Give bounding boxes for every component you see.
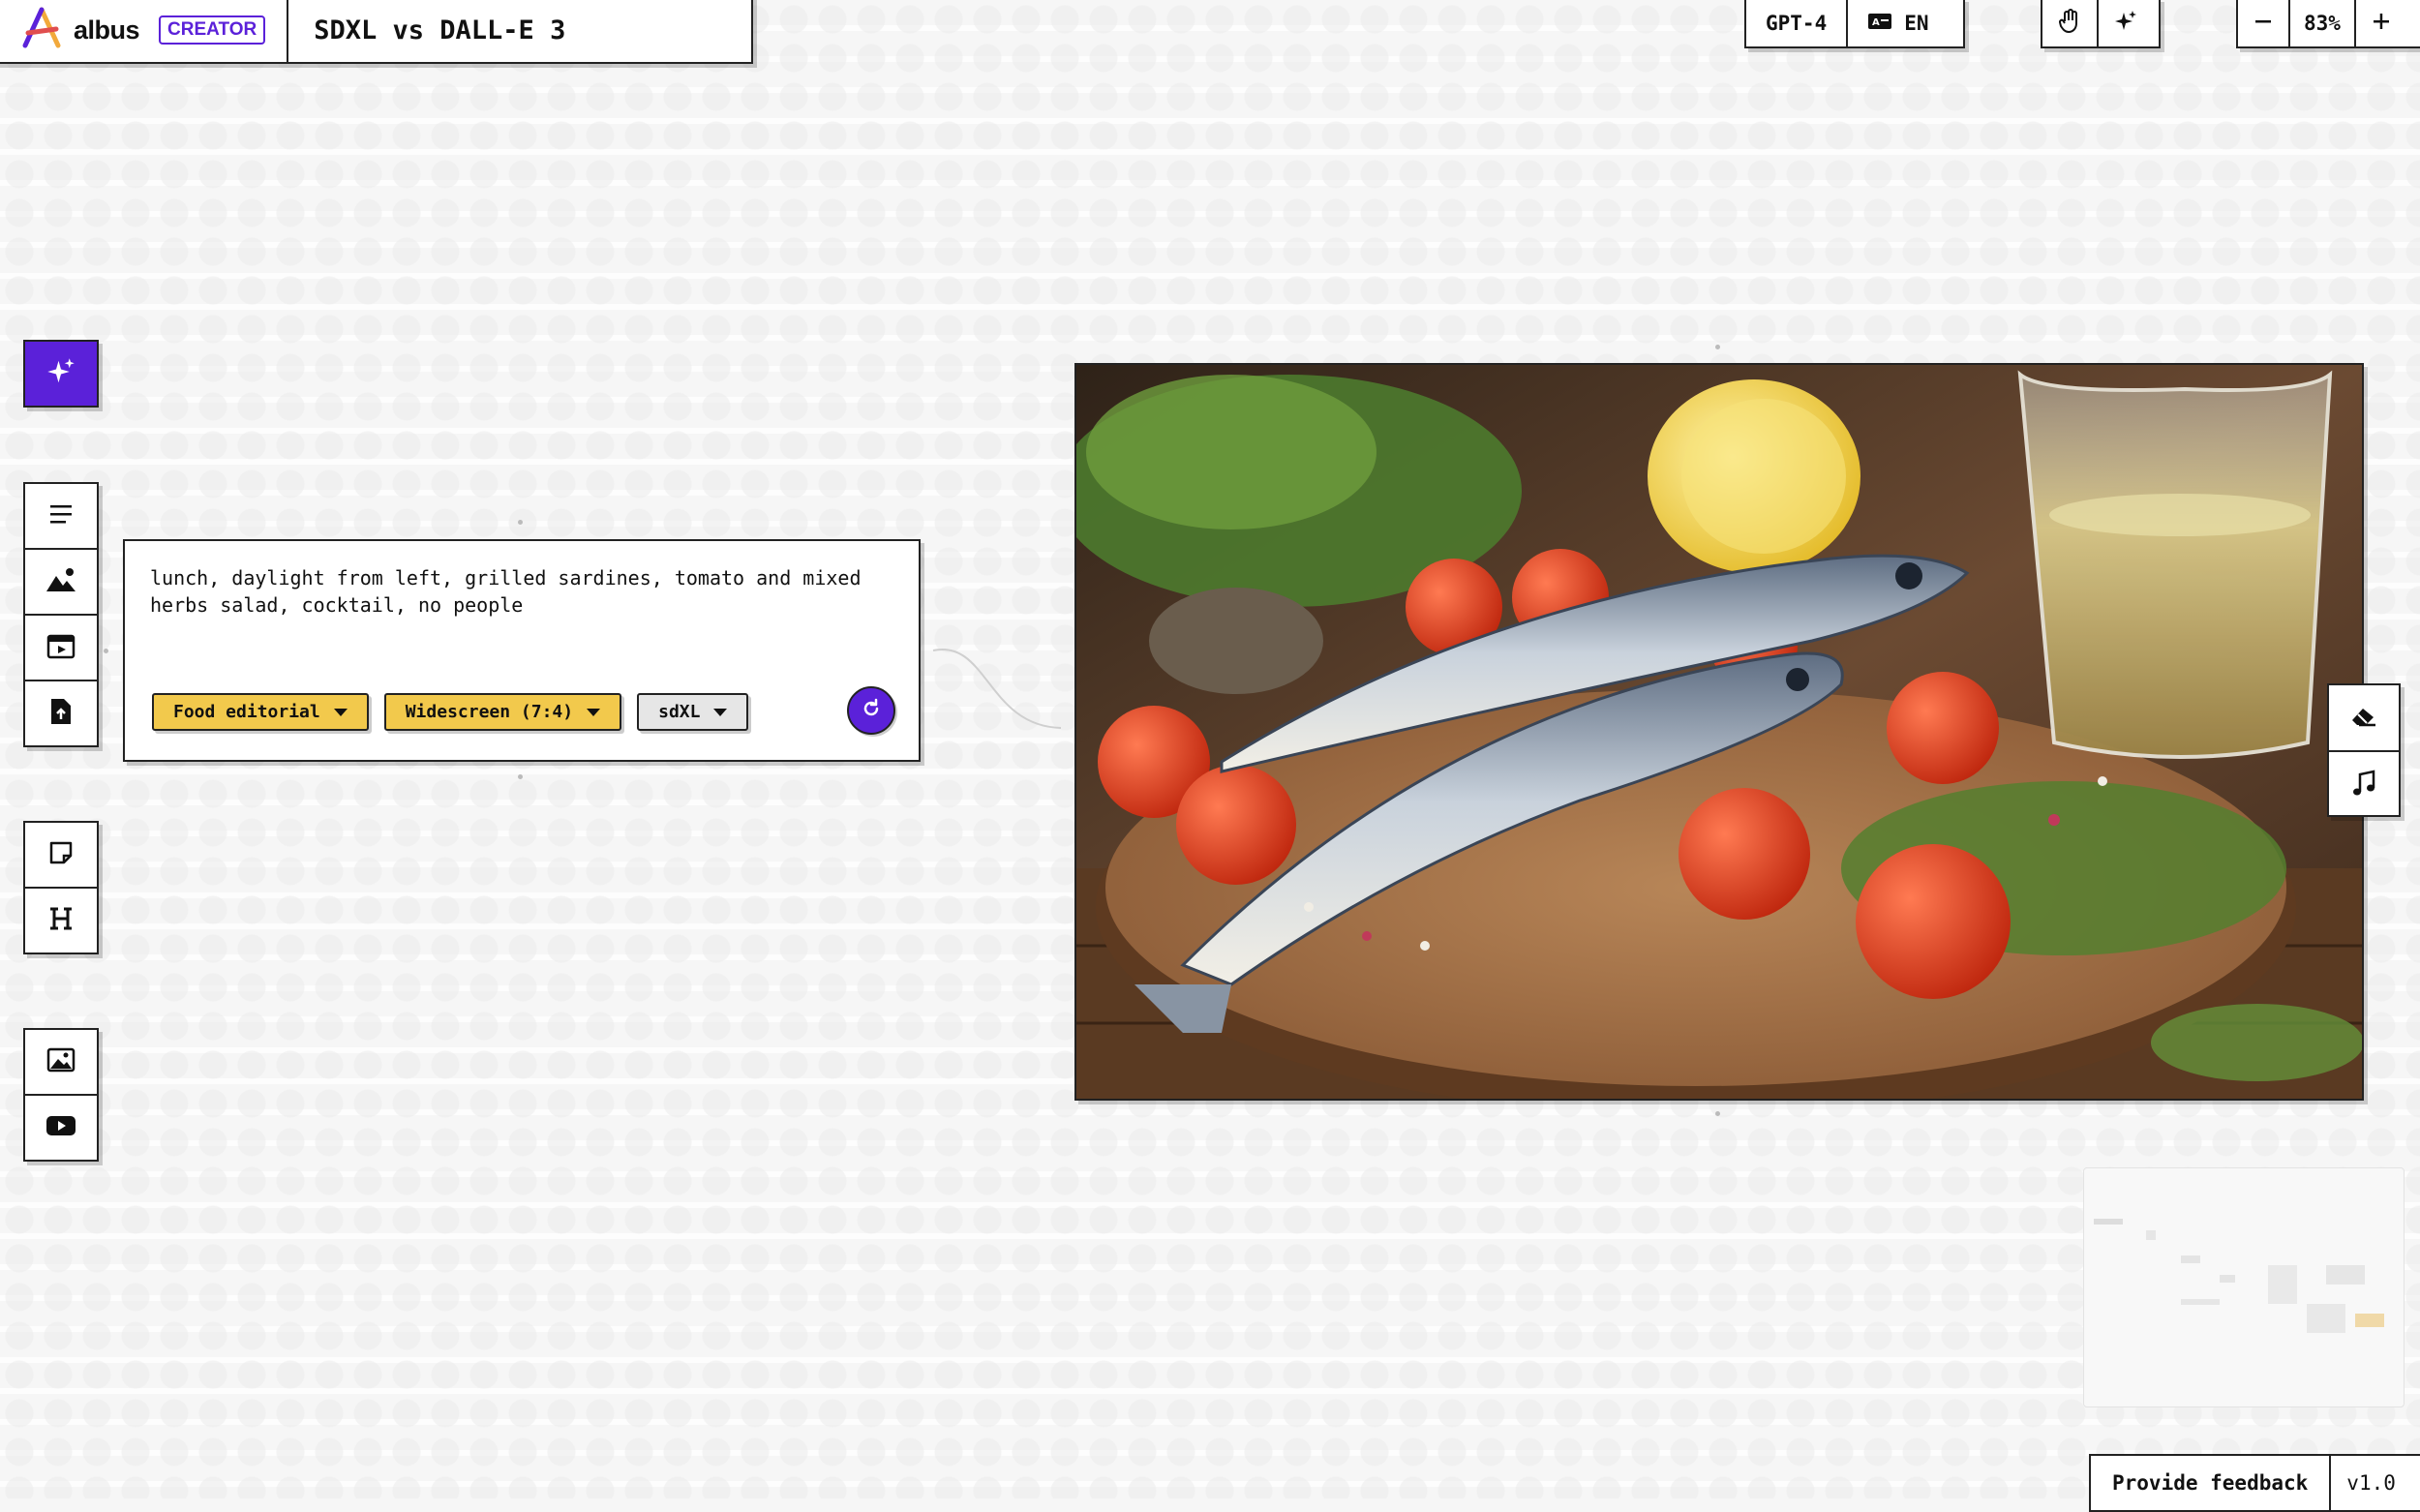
- brand-name: albus: [74, 15, 140, 45]
- eraser-icon: [2349, 704, 2378, 733]
- zoom-level[interactable]: 83%: [2290, 0, 2356, 46]
- image-mountain-icon: [45, 566, 76, 597]
- upload-file-icon: [48, 697, 74, 730]
- board-title[interactable]: SDXL vs DALL-E 3: [288, 15, 565, 45]
- sticky-note-icon: [48, 840, 74, 869]
- albus-logo-icon: [19, 7, 64, 53]
- text-node-button[interactable]: [25, 484, 97, 550]
- prompt-node[interactable]: lunch, daylight from left, grilled sardi…: [123, 539, 921, 762]
- prompt-text[interactable]: lunch, daylight from left, grilled sardi…: [150, 564, 866, 619]
- connector-dot[interactable]: [1715, 1111, 1720, 1116]
- youtube-button[interactable]: [25, 1096, 97, 1160]
- plus-icon: [2372, 12, 2391, 36]
- zoom-in-button[interactable]: [2356, 0, 2406, 46]
- sparkle-icon: [46, 357, 76, 390]
- picture-button[interactable]: [25, 1030, 97, 1096]
- image-node-button[interactable]: [25, 550, 97, 616]
- version-label: v1.0: [2346, 1471, 2396, 1495]
- caret-down-icon: [333, 708, 348, 716]
- media-tools-group: [23, 1028, 99, 1162]
- refresh-icon: [861, 698, 882, 723]
- ai-generate-button[interactable]: [23, 340, 99, 408]
- provide-feedback-button[interactable]: Provide feedback: [2091, 1456, 2332, 1510]
- zoom-value: 83%: [2304, 12, 2341, 35]
- aspect-ratio-dropdown[interactable]: Widescreen (7:4): [383, 693, 622, 731]
- minus-icon: [2254, 12, 2273, 36]
- language-selector[interactable]: A EN: [1848, 0, 1948, 46]
- model-language-bar: GPT-4 A EN: [1744, 0, 1965, 48]
- svg-text:A: A: [1872, 17, 1880, 28]
- model-dropdown[interactable]: sdXL: [637, 693, 749, 731]
- zoom-bar: 83%: [2236, 0, 2420, 48]
- app-header: albus CREATOR SDXL vs DALL-E 3: [0, 0, 753, 64]
- model-label: sdXL: [658, 702, 701, 722]
- connector-dot[interactable]: [518, 520, 523, 525]
- music-note-icon: [2350, 769, 2377, 801]
- generated-image-node[interactable]: [1074, 363, 2364, 1101]
- connector-dot[interactable]: [104, 649, 108, 653]
- language-label: EN: [1904, 12, 1929, 35]
- eraser-button[interactable]: [2329, 685, 2399, 752]
- prompt-options: Food editorial Widescreen (7:4) sdXL: [152, 693, 749, 731]
- sparkle-icon: [2114, 10, 2137, 38]
- style-dropdown[interactable]: Food editorial: [152, 693, 369, 731]
- video-node-button[interactable]: [25, 616, 97, 681]
- heading-icon: [47, 905, 75, 936]
- ai-tool-button[interactable]: [2099, 0, 2153, 46]
- heading-button[interactable]: [25, 889, 97, 953]
- youtube-icon: [45, 1114, 76, 1141]
- feedback-bar: Provide feedback v1.0: [2089, 1454, 2420, 1512]
- hand-tool-button[interactable]: [2042, 0, 2099, 46]
- music-button[interactable]: [2329, 752, 2399, 817]
- node-connection-line: [932, 648, 1062, 729]
- picture-icon: [46, 1047, 76, 1076]
- text-lines-icon: [47, 502, 75, 529]
- minimap-preview: [2094, 1219, 2384, 1333]
- image-tools-group: [2327, 683, 2401, 817]
- caret-down-icon: [713, 708, 728, 716]
- generated-image: [1076, 365, 2362, 1099]
- canvas-tools-bar: [2041, 0, 2161, 48]
- sticky-note-button[interactable]: [25, 823, 97, 889]
- model-label: GPT-4: [1766, 12, 1828, 35]
- regenerate-button[interactable]: [847, 686, 895, 735]
- annotation-tools-group: [23, 821, 99, 954]
- minimap[interactable]: [2083, 1167, 2405, 1407]
- brand[interactable]: albus CREATOR: [0, 0, 289, 62]
- zoom-out-button[interactable]: [2238, 0, 2290, 46]
- style-label: Food editorial: [173, 702, 320, 722]
- model-selector[interactable]: GPT-4: [1746, 0, 1849, 46]
- hand-icon: [2058, 8, 2081, 39]
- connector-dot[interactable]: [1715, 345, 1720, 349]
- node-tools-group: [23, 482, 99, 747]
- language-icon: A: [1867, 12, 1892, 36]
- caret-down-icon: [587, 708, 601, 716]
- video-clapper-icon: [46, 632, 76, 663]
- creator-badge: CREATOR: [159, 15, 266, 45]
- connector-dot[interactable]: [518, 774, 523, 779]
- upload-node-button[interactable]: [25, 681, 97, 745]
- aspect-ratio-label: Widescreen (7:4): [405, 702, 574, 722]
